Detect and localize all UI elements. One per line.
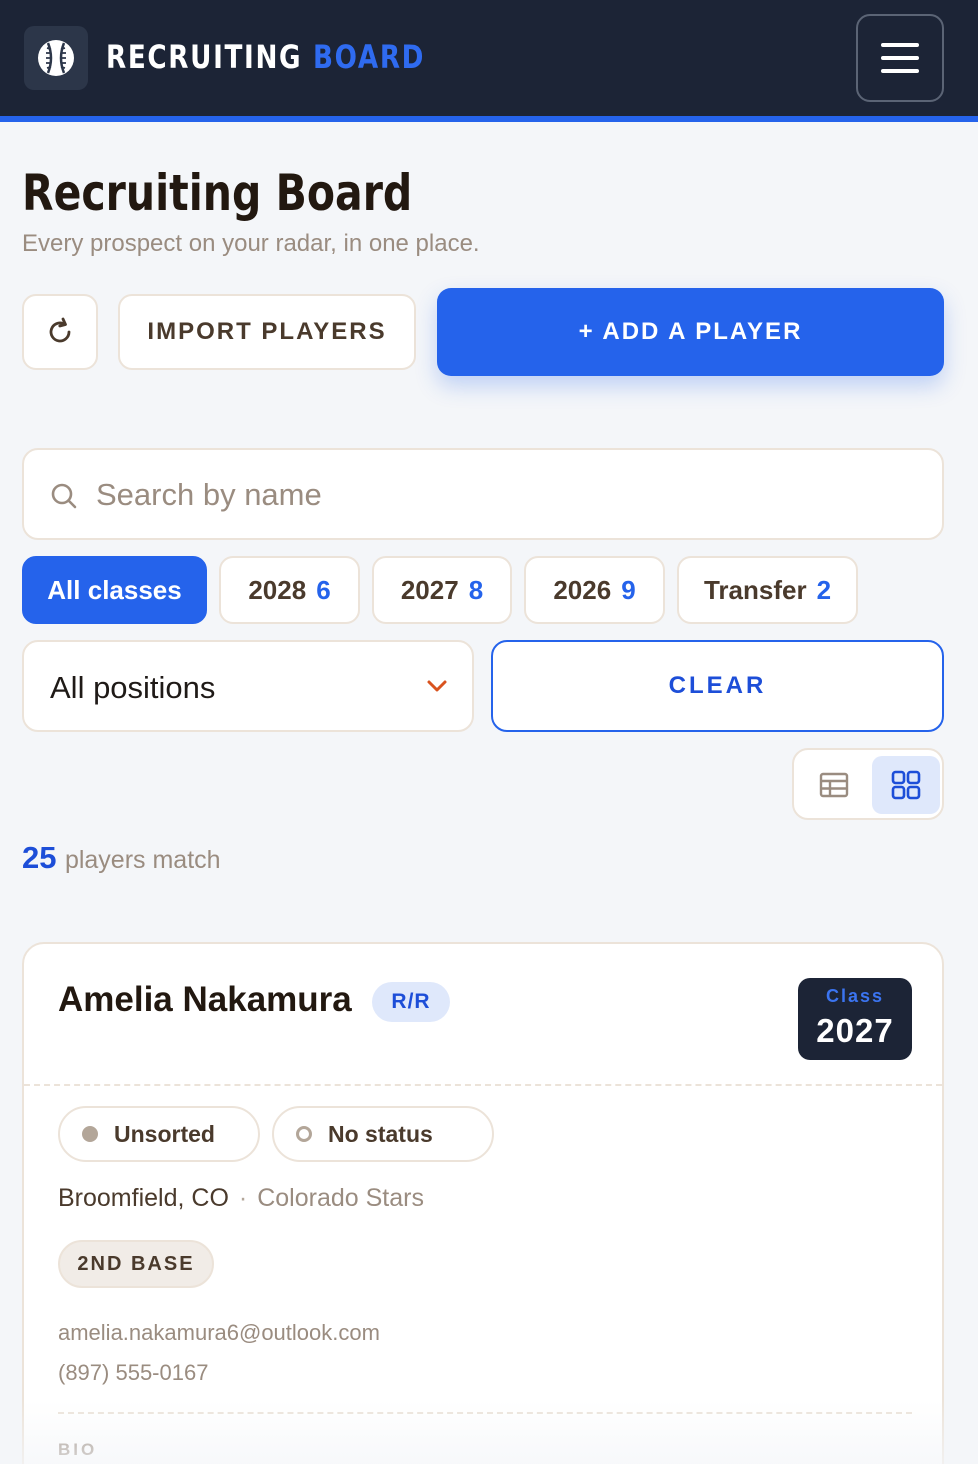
add-player-button[interactable]: + ADD A PLAYER xyxy=(437,288,944,376)
class-chip-count: 9 xyxy=(621,574,636,605)
class-chip-label: All classes xyxy=(47,574,182,605)
clear-filters-button[interactable]: CLEAR xyxy=(491,640,944,732)
class-badge-label: Class xyxy=(825,986,885,1006)
location-separator: · xyxy=(238,1184,248,1212)
class-chip-2026[interactable]: 2026 9 xyxy=(524,556,665,624)
results-count-label: players match xyxy=(64,846,221,874)
view-toggle xyxy=(792,748,944,820)
class-chip-count: 8 xyxy=(468,574,484,605)
class-chip-label: 2027 xyxy=(400,574,459,605)
results-count-number: 25 xyxy=(22,840,57,875)
search-field[interactable] xyxy=(22,448,944,540)
player-location: Broomfield, CO · Colorado Stars xyxy=(58,1184,424,1213)
class-chip-count: 6 xyxy=(316,574,331,605)
status-ring-icon xyxy=(296,1126,312,1142)
position-select-value: All positions xyxy=(50,670,216,705)
grid-view-icon xyxy=(891,770,921,800)
card-divider xyxy=(58,1412,912,1414)
refresh-icon xyxy=(49,317,71,343)
class-year-badge: Class 2027 xyxy=(798,978,912,1060)
bats-throws-badge: R/R xyxy=(372,982,450,1022)
bio-label: BIO xyxy=(58,1440,98,1459)
top-bar: RECRUITING BOARD xyxy=(0,0,978,122)
position-tag: 2ND BASE xyxy=(58,1240,214,1288)
class-chip-2027[interactable]: 2027 8 xyxy=(372,556,512,624)
sort-status-label: Unsorted xyxy=(114,1120,215,1147)
table-view-icon xyxy=(819,772,849,798)
class-chip-all[interactable]: All classes xyxy=(22,556,207,624)
class-chip-label: 2028 xyxy=(248,574,307,605)
player-hometown: Broomfield, CO xyxy=(58,1184,229,1212)
class-chip-count: 2 xyxy=(816,574,832,605)
player-card[interactable]: Amelia Nakamura R/R Class 2027 Unsorted … xyxy=(22,942,944,1464)
card-divider xyxy=(24,1084,942,1086)
recruit-status-pill[interactable]: No status xyxy=(272,1106,494,1162)
class-chip-label: 2026 xyxy=(553,574,612,605)
player-team: Colorado Stars xyxy=(257,1184,424,1212)
search-input[interactable] xyxy=(96,470,916,520)
grid-view-button[interactable] xyxy=(872,756,940,814)
baseball-icon[interactable] xyxy=(24,26,88,90)
sort-status-pill[interactable]: Unsorted xyxy=(58,1106,260,1162)
class-badge-year: 2027 xyxy=(816,1012,894,1049)
position-select[interactable]: All positions xyxy=(22,640,474,732)
brand-wordmark[interactable]: RECRUITING BOARD xyxy=(106,38,425,76)
table-view-button[interactable] xyxy=(800,756,868,814)
page-title: Recruiting Board xyxy=(22,164,413,222)
brand-primary: RECRUITING xyxy=(106,38,303,76)
page-subtitle: Every prospect on your radar, in one pla… xyxy=(22,230,480,257)
player-email[interactable]: amelia.nakamura6@outlook.com xyxy=(58,1320,380,1346)
status-dot-icon xyxy=(82,1126,98,1142)
results-count: 25 players match xyxy=(22,840,221,876)
recruit-status-label: No status xyxy=(328,1120,433,1147)
class-chip-2028[interactable]: 2028 6 xyxy=(219,556,360,624)
search-icon xyxy=(51,483,77,509)
player-phone[interactable]: (897) 555-0167 xyxy=(58,1360,208,1386)
chevron-down-icon xyxy=(427,680,447,692)
import-players-button[interactable]: IMPORT PLAYERS xyxy=(118,294,416,370)
refresh-button[interactable] xyxy=(22,294,98,370)
player-name[interactable]: Amelia Nakamura xyxy=(58,980,352,1020)
hamburger-menu-icon[interactable] xyxy=(856,14,944,102)
brand-accent: BOARD xyxy=(312,38,426,76)
class-chip-transfer[interactable]: Transfer 2 xyxy=(677,556,858,624)
class-chip-label: Transfer xyxy=(703,574,807,605)
